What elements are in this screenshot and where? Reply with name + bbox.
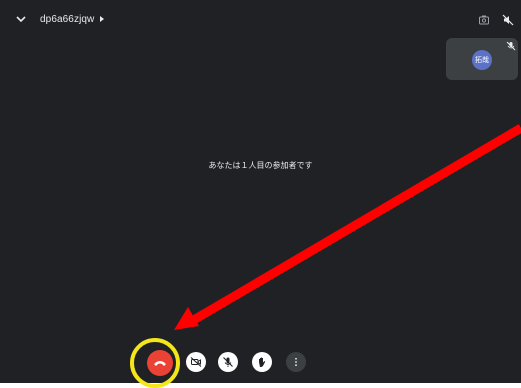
avatar: 拓哉 — [472, 50, 492, 70]
more-options-button[interactable] — [286, 352, 306, 372]
highlight-circle — [130, 338, 180, 388]
meeting-info-toggle[interactable]: dp6a66zjqw — [40, 13, 105, 25]
expand-triangle-icon — [100, 16, 105, 22]
chevron-down-icon[interactable] — [12, 10, 30, 28]
meeting-screen: dp6a66zjqw 拓哉 あなたは１人目の参加者です — [0, 0, 521, 383]
mic-toggle-button[interactable] — [218, 352, 238, 372]
mic-off-icon — [505, 40, 517, 52]
meeting-code: dp6a66zjqw — [40, 13, 95, 25]
speaker-muted-icon[interactable] — [501, 13, 515, 27]
top-right-controls — [477, 13, 515, 27]
raise-hand-button[interactable] — [252, 352, 272, 372]
raise-hand-icon — [259, 357, 266, 367]
mic-off-icon — [223, 357, 233, 367]
camera-switch-icon[interactable] — [477, 13, 491, 27]
top-bar: dp6a66zjqw — [12, 10, 105, 28]
status-message: あなたは１人目の参加者です — [208, 161, 313, 170]
camera-toggle-button[interactable] — [186, 352, 206, 372]
more-vert-icon — [295, 357, 297, 367]
camera-off-icon — [190, 357, 202, 367]
